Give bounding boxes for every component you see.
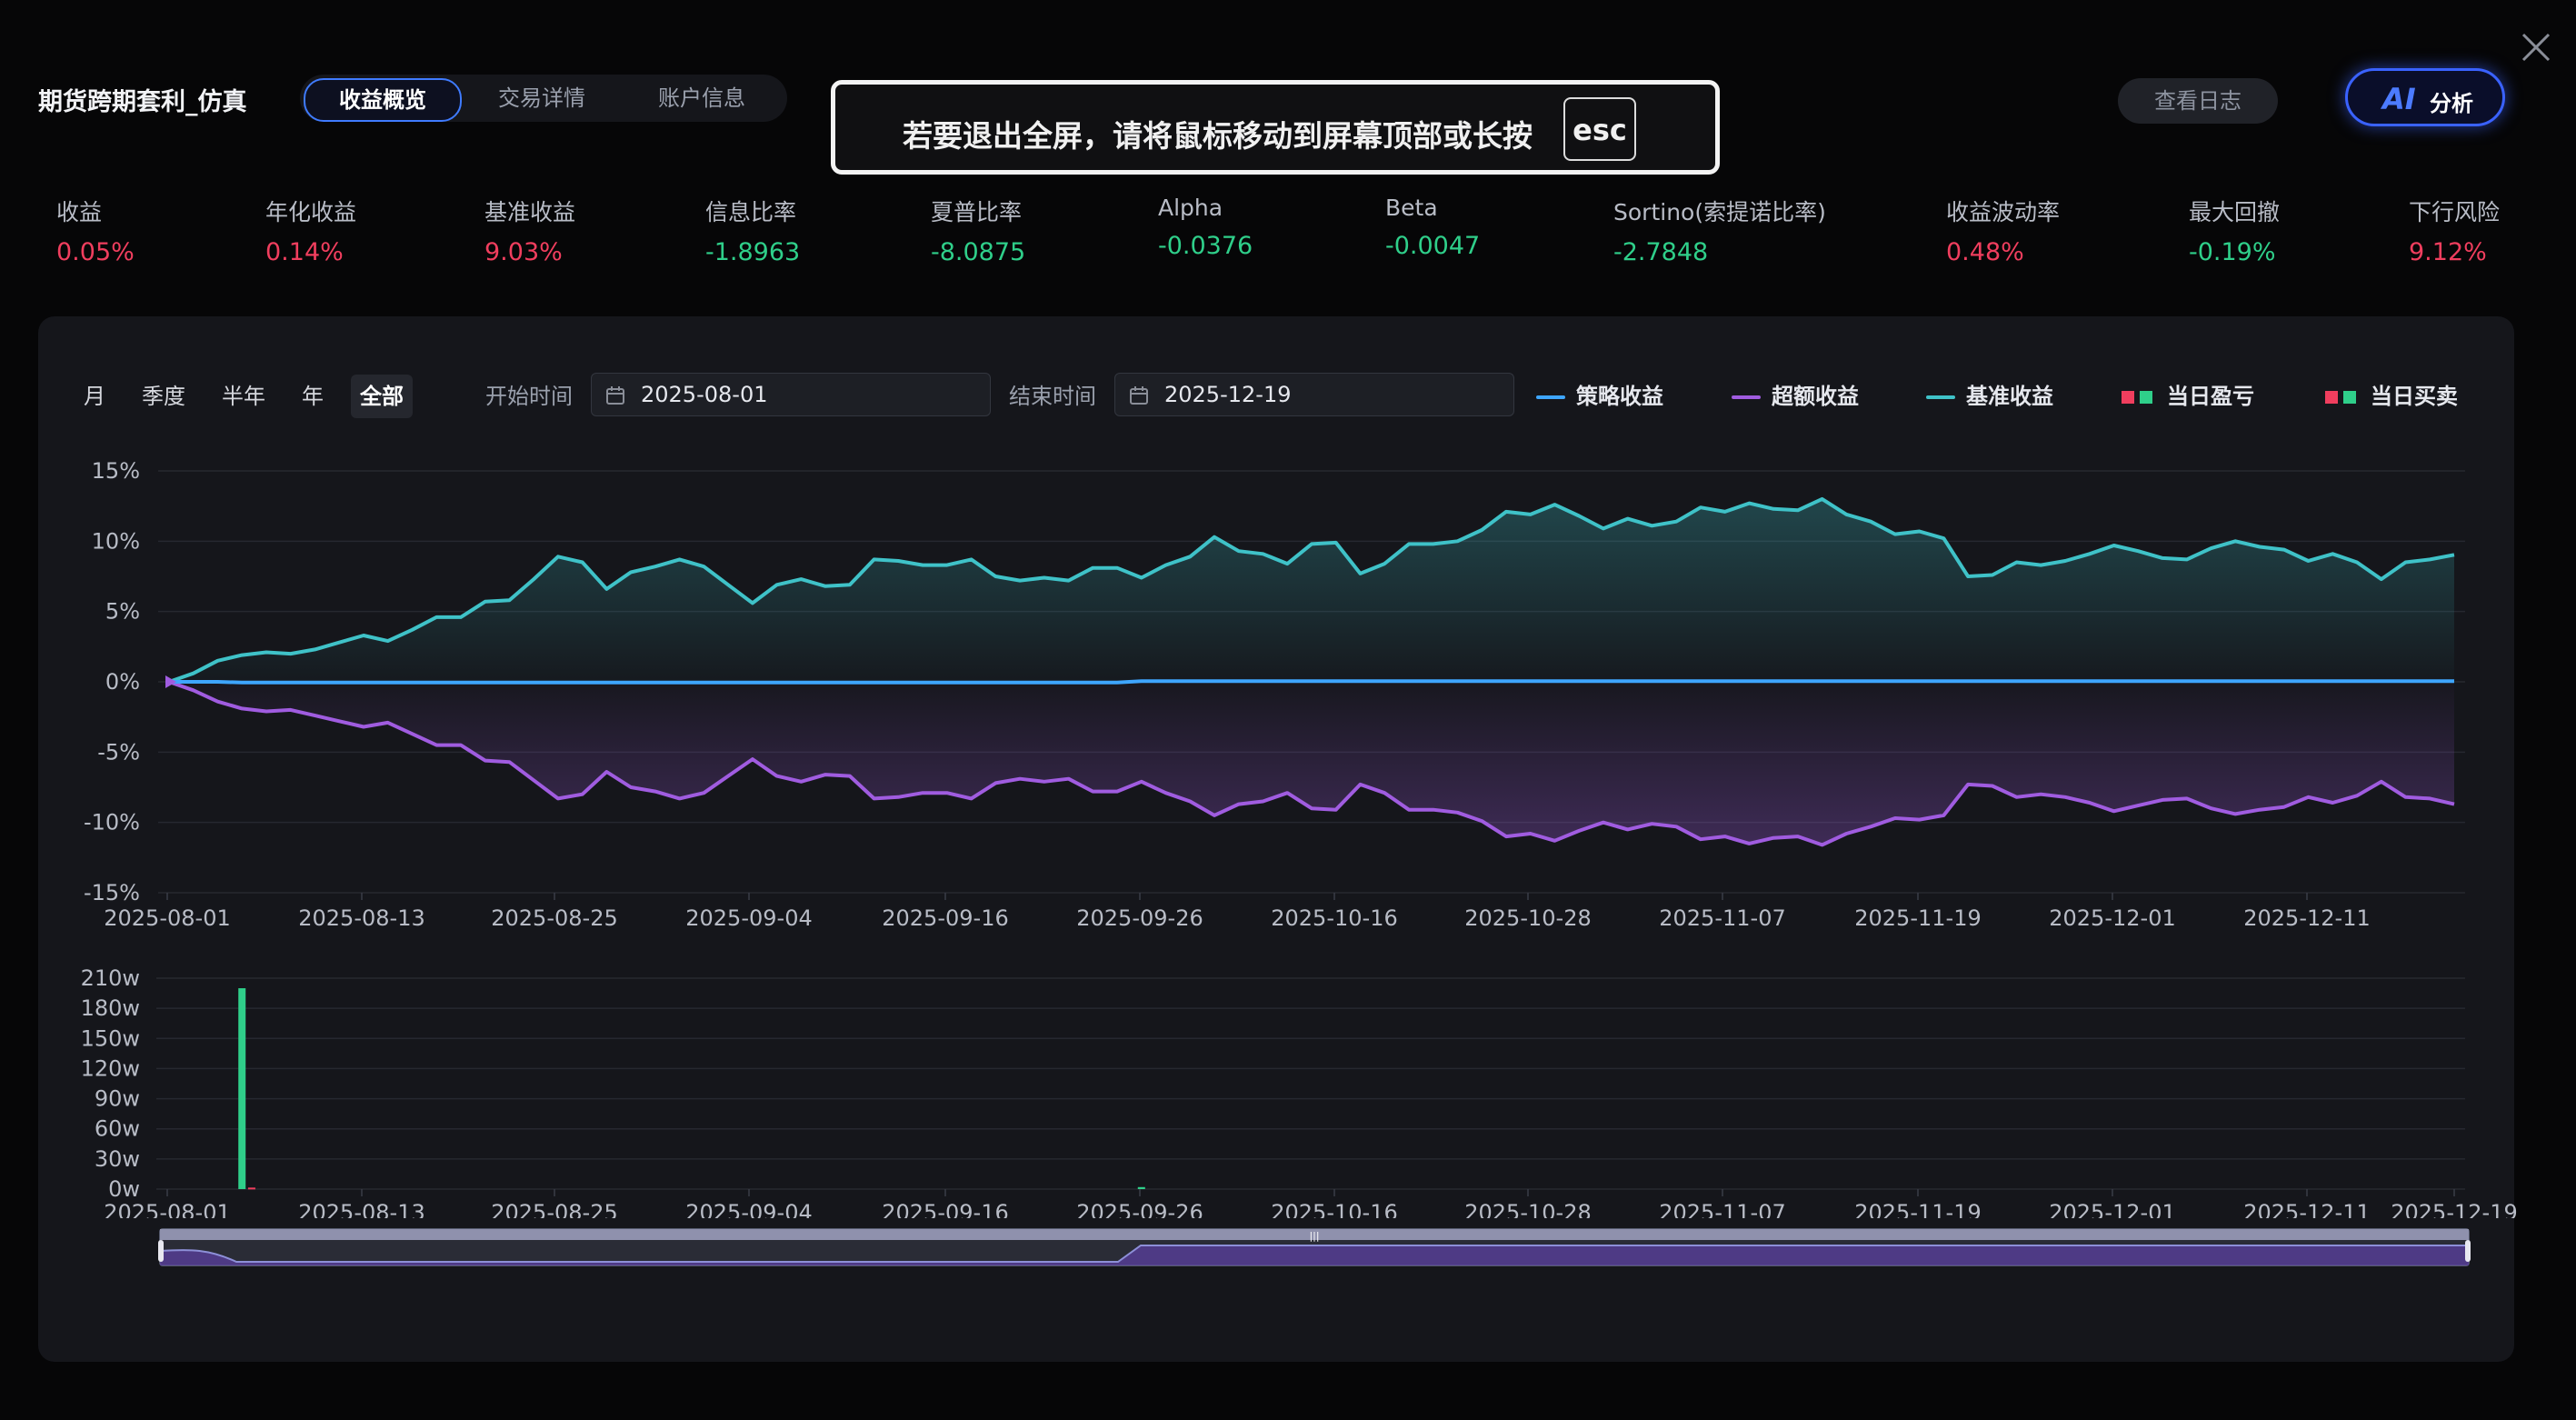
bar-x-tick-label: 2025-10-28 xyxy=(1464,1200,1591,1218)
y-tick-label: 5% xyxy=(105,599,140,625)
bar-x-tick-label: 2025-08-25 xyxy=(491,1200,617,1218)
bar-y-tick-label: 90w xyxy=(95,1086,140,1112)
slider-grip-icon: ||| xyxy=(1309,1230,1319,1242)
bar-x-tick-label: 2025-09-26 xyxy=(1076,1200,1203,1218)
bar-y-tick-label: 210w xyxy=(81,965,140,991)
x-tick-label: 2025-10-28 xyxy=(1464,905,1591,931)
series-line[interactable] xyxy=(169,679,2454,685)
y-tick-label: 15% xyxy=(92,458,140,484)
bar-x-tick-label: 2025-09-04 xyxy=(685,1200,812,1218)
bar-y-tick-label: 0w xyxy=(108,1176,140,1202)
bar-y-tick-label: 180w xyxy=(81,995,140,1021)
x-tick-label: 2025-12-11 xyxy=(2243,905,2370,931)
bar-x-tick-label: 2025-09-16 xyxy=(882,1200,1008,1218)
x-tick-label: 2025-11-07 xyxy=(1659,905,1785,931)
series-area xyxy=(169,498,2454,682)
x-tick-label: 2025-12-01 xyxy=(2049,905,2175,931)
bar-x-tick-label: 2025-11-19 xyxy=(1854,1200,1981,1218)
bar-y-tick-label: 150w xyxy=(81,1025,140,1051)
bar-x-tick-label: 2025-10-16 xyxy=(1271,1200,1397,1218)
bar-x-tick-label: 2025-12-19 xyxy=(2391,1200,2517,1218)
bar-y-tick-label: 60w xyxy=(95,1116,140,1142)
x-tick-label: 2025-08-01 xyxy=(104,905,230,931)
x-tick-label: 2025-11-19 xyxy=(1854,905,1981,931)
series-start-marker xyxy=(165,675,176,688)
y-tick-label: 10% xyxy=(92,528,140,554)
x-tick-label: 2025-08-13 xyxy=(298,905,424,931)
volume-bar[interactable] xyxy=(1137,1186,1145,1189)
x-tick-label: 2025-09-26 xyxy=(1076,905,1203,931)
slider-right-handle[interactable] xyxy=(2465,1240,2471,1262)
y-tick-label: -10% xyxy=(84,810,140,835)
bar-x-tick-label: 2025-11-07 xyxy=(1659,1200,1785,1218)
bar-y-tick-label: 120w xyxy=(81,1055,140,1081)
y-tick-label: -15% xyxy=(84,880,140,905)
x-tick-label: 2025-10-16 xyxy=(1271,905,1397,931)
x-tick-label: 2025-08-25 xyxy=(491,905,617,931)
bar-x-tick-label: 2025-08-01 xyxy=(104,1200,230,1218)
volume-bar[interactable] xyxy=(247,1187,255,1190)
bar-y-tick-label: 30w xyxy=(95,1146,140,1172)
x-tick-label: 2025-09-04 xyxy=(685,905,812,931)
y-tick-label: 0% xyxy=(105,669,140,695)
bar-x-tick-label: 2025-12-01 xyxy=(2049,1200,2175,1218)
slider-left-handle[interactable] xyxy=(158,1240,164,1262)
returns-line-chart[interactable]: 15% 10% 5% 0% -5% -10% -15% 2025-08-01 2025-08-… xyxy=(0,0,2576,945)
data-zoom-slider[interactable]: ||| xyxy=(155,1227,2474,1267)
bar-x-tick-label: 2025-08-13 xyxy=(298,1200,424,1218)
volume-bar[interactable] xyxy=(238,988,246,1189)
daily-volume-bar-chart[interactable]: 210w 180w 150w 120w 90w 60w 30w 0w 2025-08-01 20… xyxy=(0,945,2576,1218)
y-tick-label: -5% xyxy=(97,739,140,765)
bar-x-tick-label: 2025-12-11 xyxy=(2243,1200,2370,1218)
x-tick-label: 2025-09-16 xyxy=(882,905,1008,931)
